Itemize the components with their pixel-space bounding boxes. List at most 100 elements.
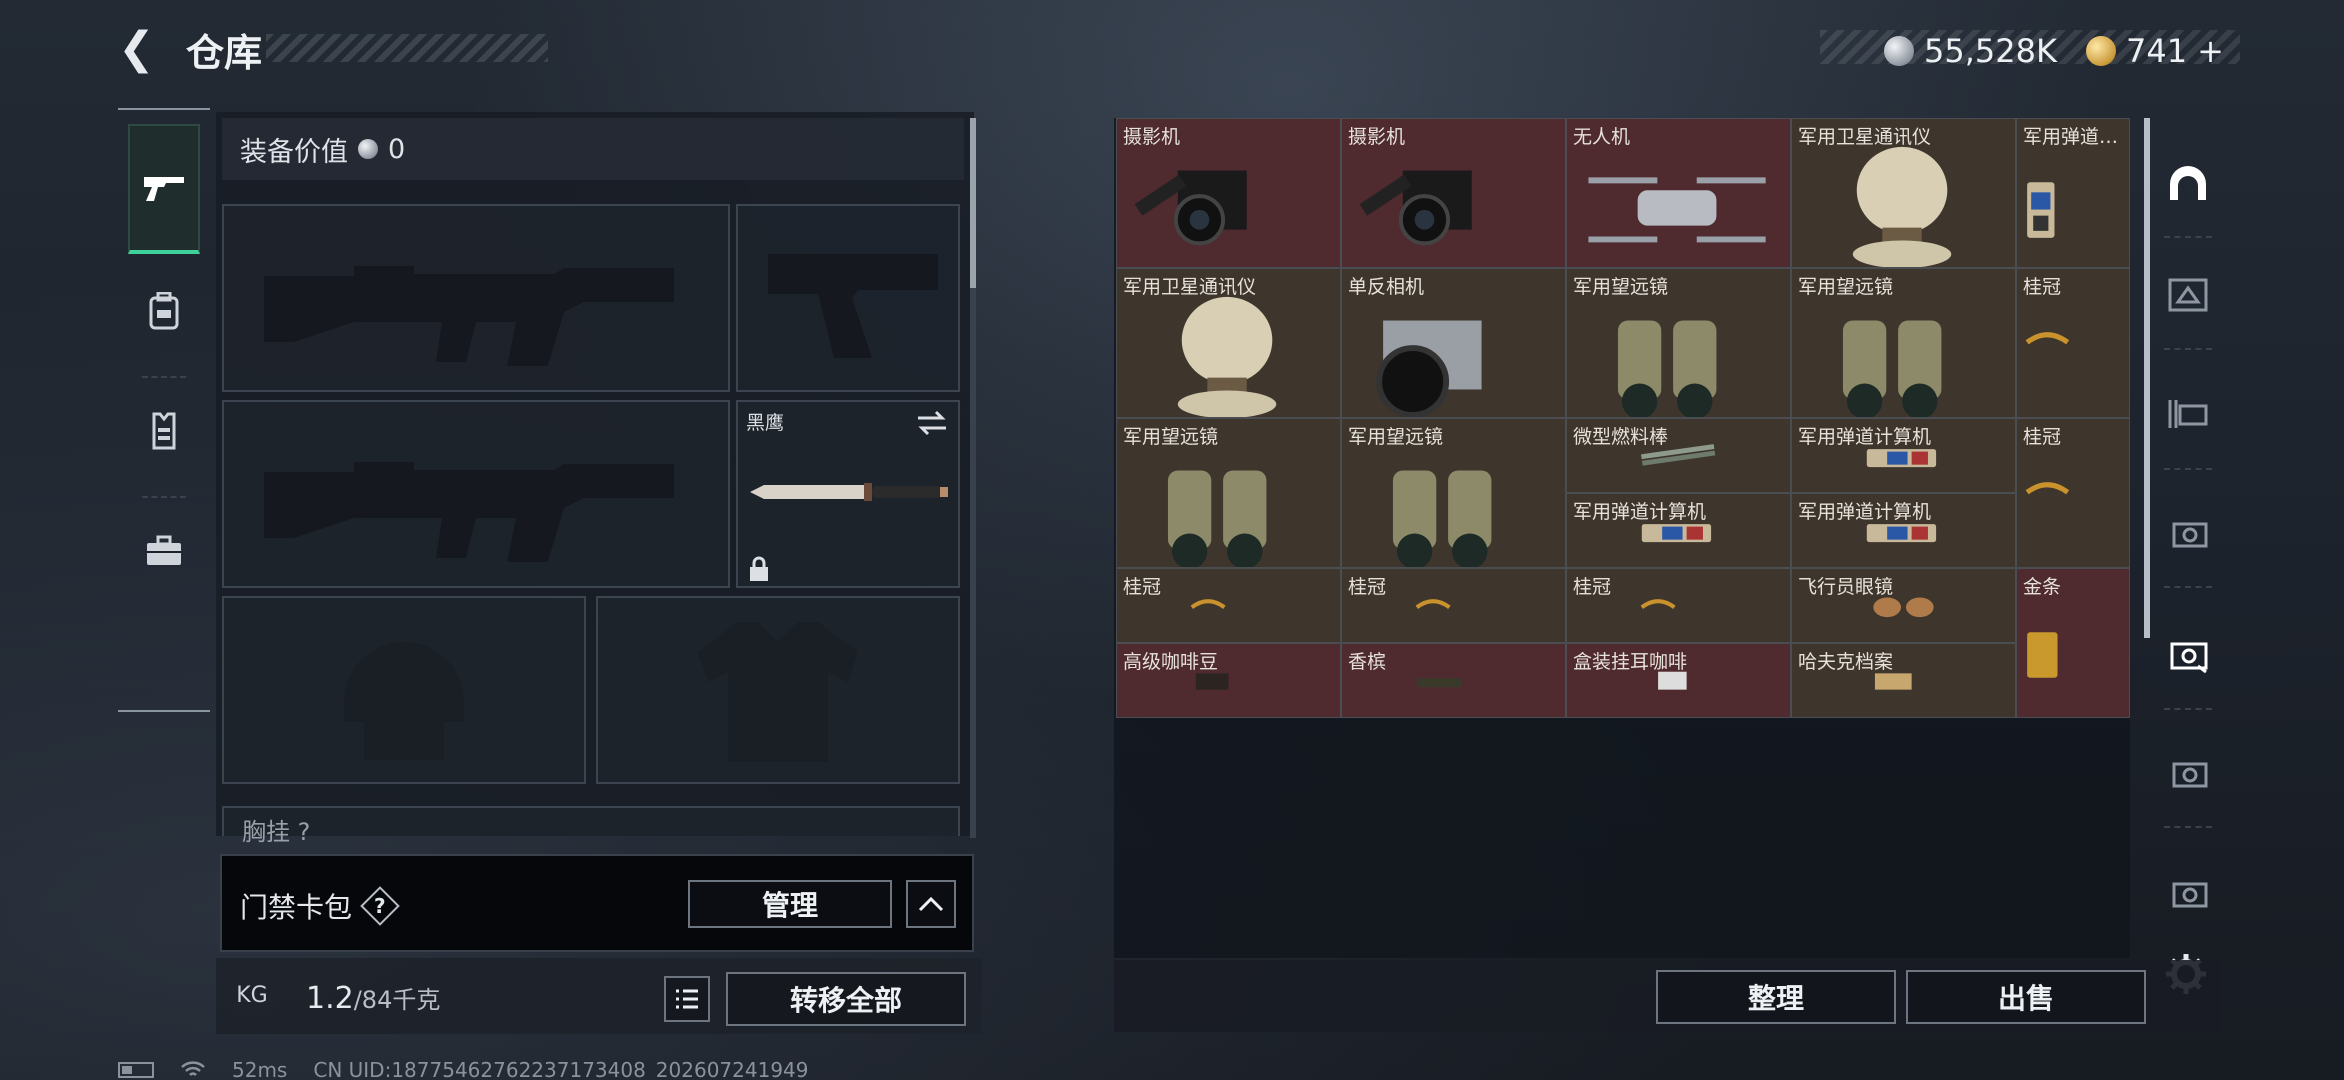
safe-icon [2170,642,2208,674]
stash-item-name: 摄影机 [1348,126,1406,148]
helmet-slot[interactable] [222,596,586,784]
stash-item[interactable]: 军用望远镜 [1341,418,1566,568]
stash-item[interactable]: 单反相机 [1341,268,1566,418]
stash-tabs [2150,118,2222,948]
rifle-silhouette-icon [264,462,674,562]
pistol-icon [144,177,184,201]
primary-weapon-slot[interactable] [222,204,730,392]
stash-item[interactable]: 桂冠 [1341,568,1566,643]
stash-item[interactable]: 军用望远镜 [1791,268,2016,418]
stash-item[interactable]: 高级咖啡豆 [1116,643,1341,718]
currency-gold-value: 741 [2126,32,2188,70]
tab-armor-IV-c[interactable] [2160,864,2216,920]
stash-item[interactable]: 桂冠 [1566,568,1791,643]
ping-value: 52ms [232,1058,288,1080]
weight-value: 1.2/84千克 [306,981,441,1016]
silver-coin-icon [358,139,378,159]
swap-icon[interactable] [916,410,948,436]
tab-armor-III[interactable] [2160,266,2216,322]
weight-icon: KG [230,972,274,1018]
stash-item[interactable]: 军用弹道计算机 [1791,493,2016,568]
stash-item-name: 摄影机 [1123,126,1181,148]
stash-item-name: 香槟 [1348,651,1387,673]
stash-item-name: 军用望远镜 [1348,426,1444,448]
stash-item[interactable]: 盒装挂耳咖啡 [1566,643,1791,718]
stash-item[interactable]: 摄影机 [1116,118,1341,268]
gold-coin-icon [2086,36,2116,66]
item-image-icon [1167,470,1267,567]
chest-rig-label: 胸挂 ? [242,818,311,846]
stash-item[interactable]: 桂冠 [2016,268,2130,418]
manage-button[interactable]: 管理 [688,880,892,928]
stash-item-name: 军用望远镜 [1123,426,1219,448]
transfer-all-button[interactable]: 转移全部 [726,972,966,1026]
melee-slot[interactable]: 黑鹰 [736,400,960,588]
tab-case[interactable] [128,486,200,616]
currency-silver-value: 55,528K [1924,32,2057,70]
pistol-silhouette-icon [768,254,938,358]
back-button[interactable]: ❮ [118,26,164,72]
tab-backpack[interactable] [128,246,200,378]
stash-item[interactable]: 军用望远镜 [1566,268,1791,418]
stash-item[interactable]: 桂冠 [1116,568,1341,643]
item-image-icon [1842,320,1942,417]
stash-item[interactable]: 无人机 [1566,118,1791,268]
secondary-weapon-slot[interactable] [736,204,960,392]
tab-weapons[interactable] [128,124,200,254]
tab-armor-IV[interactable] [2160,504,2216,560]
uid-text: CN UID:18775462762237173408_202607241949 [313,1058,809,1080]
help-icon[interactable]: ? [360,886,400,926]
keycard-label: 门禁卡包 [240,891,353,924]
rifle-silhouette-icon [264,266,674,366]
sort-button[interactable]: 整理 [1656,970,1896,1024]
keycard-label-group: 门禁卡包 ? [240,886,400,926]
stash-item[interactable]: 哈夫克档案 [1791,643,2016,718]
helmet-icon [2170,166,2206,200]
status-bar: 52ms CN UID:18775462762237173408_2026072… [118,1058,809,1080]
stash-item[interactable]: 军用卫星通讯仪 [1116,268,1341,418]
item-image-icon [1852,146,1952,267]
stash-item[interactable]: 微型燃料棒 [1566,418,1791,493]
equipment-value: 0 [388,133,406,165]
tab-helmet[interactable] [2160,156,2216,212]
stash-item-name: 军用望远镜 [1573,276,1669,298]
sell-button[interactable]: 出售 [1906,970,2146,1024]
stash-item[interactable]: 飞行员眼镜 [1791,568,2016,643]
list-view-button[interactable] [664,976,710,1022]
add-currency-button[interactable]: + [2197,32,2224,70]
tab-safe[interactable] [2160,626,2216,682]
tab-armor-IV-b[interactable] [2160,744,2216,800]
stash-item[interactable]: 军用望远镜 [1116,418,1341,568]
stash-item[interactable]: 军用弹道计算机 [1566,493,1791,568]
primary-weapon-slot-2[interactable] [222,400,730,588]
stash-item[interactable]: 军用卫星通讯仪 [1791,118,2016,268]
item-image-icon [2025,332,2070,345]
stash-item[interactable]: 金条 [2016,568,2130,718]
stash-item-name: 微型燃料棒 [1573,426,1669,448]
equipment-scrollbar[interactable] [970,118,976,838]
stash-item-name: 桂冠 [1348,576,1387,598]
stash-item-name: 飞行员眼镜 [1798,576,1894,598]
helmet-silhouette-icon [344,642,464,760]
vest-icon [152,412,176,450]
tab-armor-II[interactable] [2160,386,2216,442]
stash-item[interactable]: 军用弹道… [2016,118,2130,268]
currency-gold[interactable]: 741 + [2086,32,2224,70]
item-image-icon [1392,470,1492,567]
page-title: 仓库 [186,31,263,75]
collapse-button[interactable] [906,880,956,928]
stash-item-name: 桂冠 [1123,576,1162,598]
wifi-icon [181,1061,205,1076]
stash-item[interactable]: 香槟 [1341,643,1566,718]
knife-icon [750,483,948,501]
stash-item-name: 军用卫星通讯仪 [1123,276,1257,298]
stash-item[interactable]: 桂冠 [2016,418,2130,568]
tab-vest[interactable] [128,366,200,498]
armor-slot[interactable] [596,596,960,784]
chest-rig-slot[interactable] [222,806,960,836]
stash-item[interactable]: 军用弹道计算机 [1791,418,2016,493]
backpack-icon [149,292,179,330]
stash-item[interactable]: 摄影机 [1341,118,1566,268]
item-image-icon [1359,170,1472,246]
stash-item-name: 桂冠 [2023,276,2062,298]
